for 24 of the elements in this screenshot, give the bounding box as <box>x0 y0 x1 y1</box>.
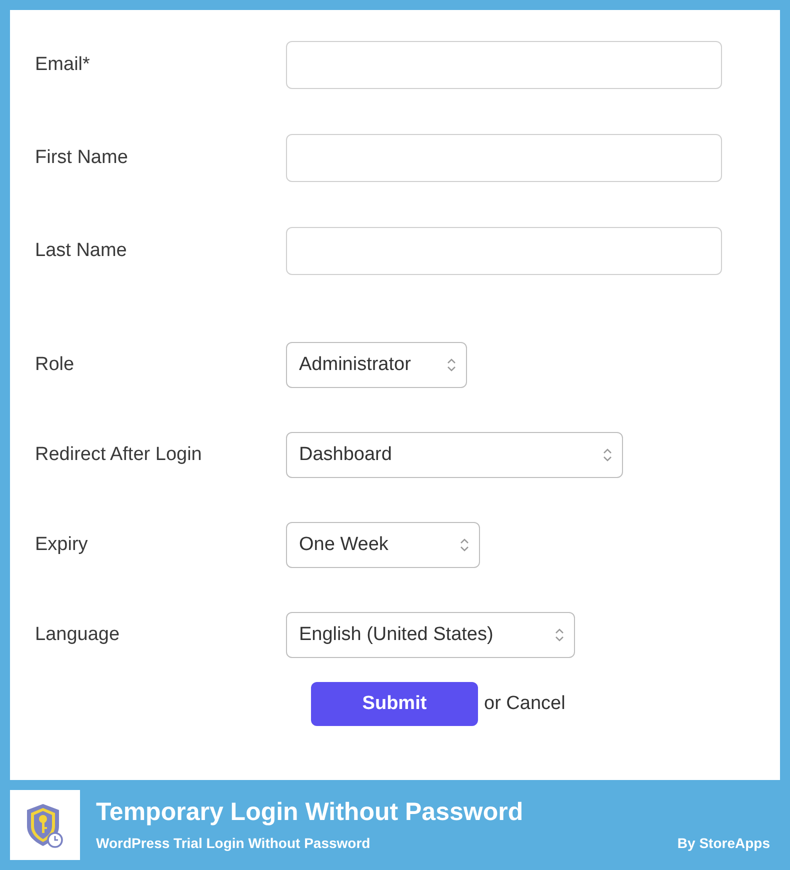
field-label: Role <box>34 352 76 377</box>
plugin-title: Temporary Login Without Password <box>96 796 524 826</box>
submit-button[interactable]: Submit <box>311 682 478 726</box>
chevron-updown-icon <box>447 358 456 372</box>
chevron-updown-icon <box>460 538 469 552</box>
input-field[interactable] <box>286 41 722 89</box>
chevron-updown-icon <box>603 448 612 462</box>
shield-key-icon <box>25 802 65 848</box>
field-label: Redirect After Login <box>34 442 203 467</box>
field-label: Language <box>34 622 121 647</box>
plugin-subtitle: WordPress Trial Login Without Password <box>96 834 370 853</box>
author-text: By StoreApps <box>677 834 770 853</box>
field-label: First Name <box>34 146 129 170</box>
select-dropdown[interactable]: English (United States) <box>286 612 575 658</box>
cancel-text: or Cancel <box>484 692 566 716</box>
select-dropdown[interactable]: One Week <box>286 522 480 568</box>
select-dropdown[interactable]: Dashboard <box>286 432 623 478</box>
select-dropdown[interactable]: Administrator <box>286 342 467 388</box>
chevron-updown-icon <box>555 628 564 642</box>
field-label: Email* <box>34 53 91 77</box>
input-field[interactable] <box>286 134 722 182</box>
field-label: Expiry <box>34 532 89 557</box>
input-field[interactable] <box>286 227 722 275</box>
field-label: Last Name <box>34 239 128 263</box>
